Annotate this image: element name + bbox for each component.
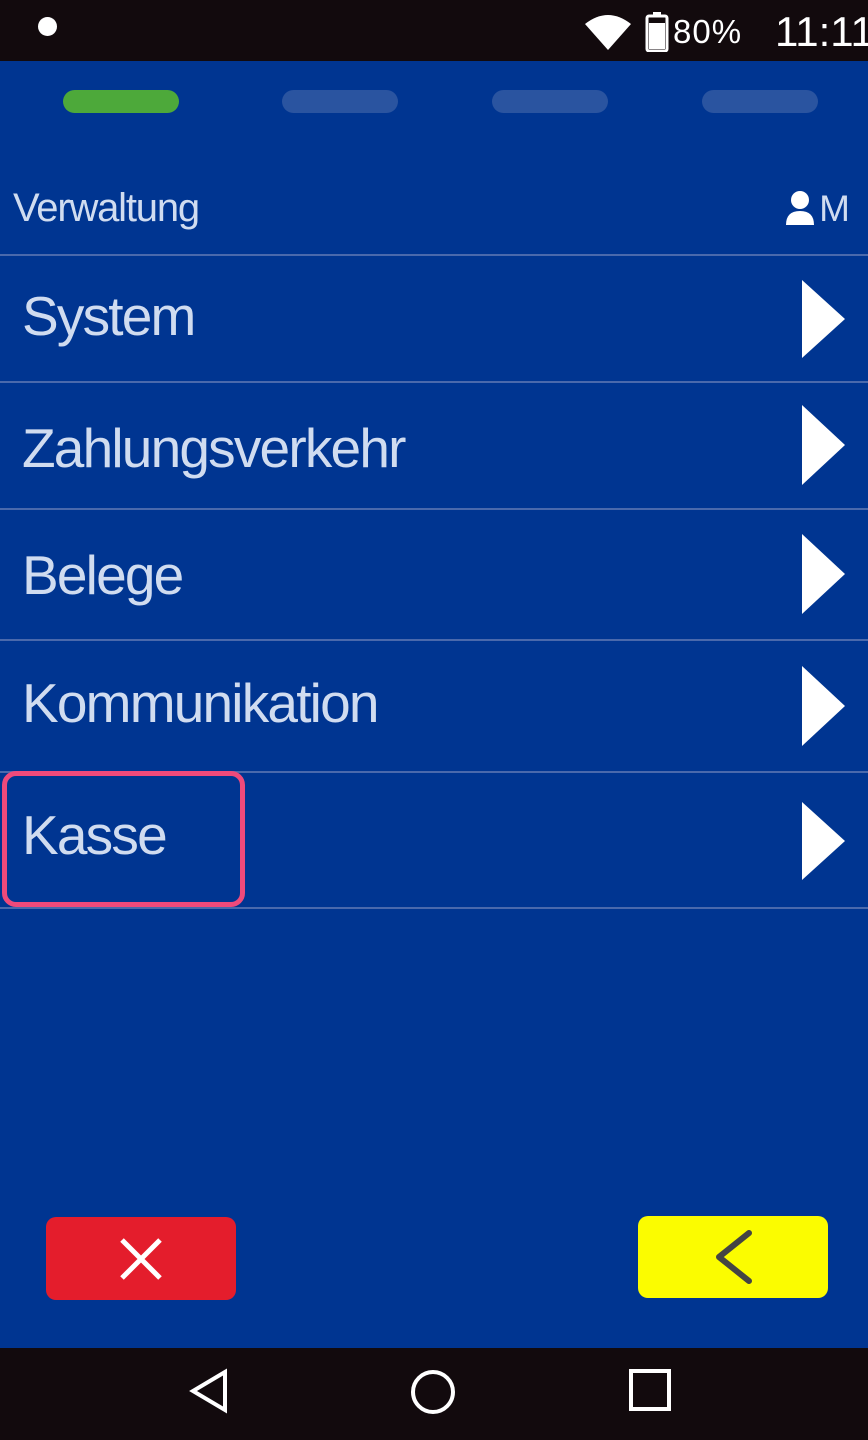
clock: 11:11 [775, 8, 868, 55]
menu-item-label: System [22, 285, 196, 347]
battery-icon [645, 12, 669, 52]
close-icon [120, 1237, 162, 1280]
status-bar: 80% 11:11 [0, 0, 868, 61]
nav-back-icon[interactable] [189, 1368, 229, 1414]
nav-home-icon[interactable] [409, 1368, 457, 1416]
menu-item-kommunikation[interactable]: Kommunikation [0, 639, 868, 771]
menu-item-label: Zahlungsverkehr [22, 417, 406, 479]
menu-item-belege[interactable]: Belege [0, 508, 868, 639]
chevron-right-icon [802, 534, 845, 614]
notification-dot-icon [38, 17, 57, 36]
step-progress [0, 90, 868, 114]
wifi-icon [585, 15, 631, 50]
battery-percent: 80% [673, 13, 743, 50]
highlight-box [2, 771, 245, 907]
step-2-indicator [282, 90, 398, 113]
menu-item-zahlungsverkehr[interactable]: Zahlungsverkehr [0, 381, 868, 508]
navigation-bar [0, 1348, 868, 1440]
menu-item-system[interactable]: System [0, 254, 868, 381]
menu-item-label: Kommunikation [22, 672, 379, 734]
person-icon [786, 191, 815, 225]
cancel-button[interactable] [46, 1217, 236, 1300]
page-title: Verwaltung [13, 186, 200, 230]
chevron-left-icon [716, 1230, 752, 1284]
chevron-right-icon [802, 280, 845, 358]
step-3-indicator [492, 90, 608, 113]
step-1-indicator [63, 90, 179, 113]
user-label: M [819, 188, 850, 229]
user-badge[interactable]: M [785, 188, 850, 230]
back-button[interactable] [638, 1216, 828, 1298]
step-4-indicator [702, 90, 818, 113]
chevron-right-icon [802, 666, 845, 746]
chevron-right-icon [802, 405, 845, 485]
chevron-right-icon [802, 802, 845, 880]
menu-item-label: Belege [22, 544, 184, 606]
nav-recents-icon[interactable] [628, 1368, 672, 1412]
